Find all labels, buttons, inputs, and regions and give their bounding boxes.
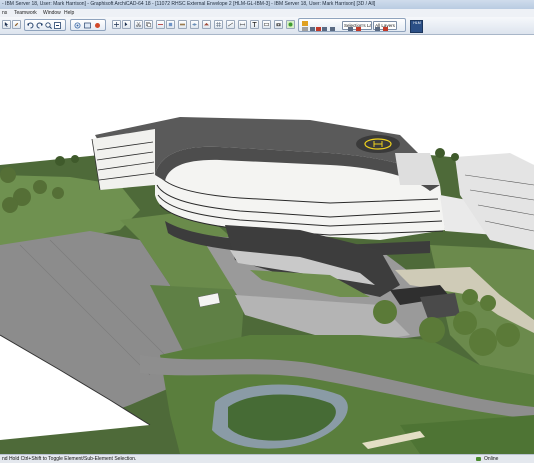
wall-tool-icon[interactable] bbox=[178, 20, 187, 29]
copy-icon[interactable] bbox=[144, 20, 153, 29]
pencil-icon[interactable] bbox=[12, 20, 21, 29]
cut-icon[interactable] bbox=[134, 20, 143, 29]
active-tool-button[interactable]: HLM bbox=[410, 20, 423, 33]
menu-window[interactable]: Window bbox=[43, 9, 61, 17]
element-icon-7[interactable] bbox=[375, 27, 380, 31]
dimension-icon[interactable] bbox=[238, 20, 247, 29]
text-tool-icon[interactable] bbox=[250, 20, 259, 29]
orbit-icon[interactable] bbox=[74, 22, 81, 29]
section-icon[interactable] bbox=[156, 20, 165, 29]
menu-help[interactable]: Help bbox=[64, 9, 74, 17]
element-icon-8[interactable] bbox=[383, 27, 388, 31]
window-title: - IBM Server 18, User: Mark Harrison] - … bbox=[2, 1, 376, 7]
roof-tool-icon[interactable] bbox=[202, 20, 211, 29]
menu-teamwork[interactable]: Teamwork bbox=[14, 9, 37, 17]
layer-icon bbox=[302, 21, 308, 26]
redo-icon[interactable] bbox=[36, 22, 43, 29]
toolbar: Selection's Layer All Layers HLM bbox=[0, 17, 534, 35]
undo-icon[interactable] bbox=[27, 22, 34, 29]
online-status-icon bbox=[476, 457, 481, 461]
3d-model-render[interactable] bbox=[0, 35, 534, 454]
element-icon-3[interactable] bbox=[322, 27, 327, 31]
layer-controls: Selection's Layer All Layers bbox=[298, 18, 406, 32]
element-icon-1[interactable] bbox=[310, 27, 315, 31]
element-icon-5[interactable] bbox=[348, 27, 353, 31]
3d-viewport[interactable] bbox=[0, 35, 534, 454]
menu-options[interactable]: ns bbox=[2, 9, 7, 17]
active-tool-label: HLM bbox=[413, 21, 421, 25]
render-icon[interactable] bbox=[94, 22, 101, 29]
element-icon-4[interactable] bbox=[330, 27, 335, 31]
pointer-icon[interactable] bbox=[122, 20, 131, 29]
zoom-out-icon[interactable] bbox=[54, 22, 61, 29]
measure-icon[interactable] bbox=[226, 20, 235, 29]
slab-tool-icon[interactable] bbox=[190, 20, 199, 29]
label-tool-icon[interactable] bbox=[262, 20, 271, 29]
camera-icon[interactable] bbox=[274, 20, 283, 29]
status-green-icon[interactable] bbox=[286, 20, 295, 29]
edit-tools-group bbox=[24, 19, 66, 31]
element-icon-2[interactable] bbox=[316, 27, 321, 31]
element-icon-6[interactable] bbox=[356, 27, 361, 31]
arrow-tool-icon[interactable] bbox=[2, 20, 11, 29]
grid-icon[interactable] bbox=[214, 20, 223, 29]
view-tools-group bbox=[70, 19, 106, 31]
fit-window-icon[interactable] bbox=[84, 22, 91, 29]
pan-icon[interactable] bbox=[112, 20, 121, 29]
elevation-icon[interactable] bbox=[166, 20, 175, 29]
lock-icon[interactable] bbox=[302, 27, 308, 31]
zoom-in-icon[interactable] bbox=[45, 22, 52, 29]
